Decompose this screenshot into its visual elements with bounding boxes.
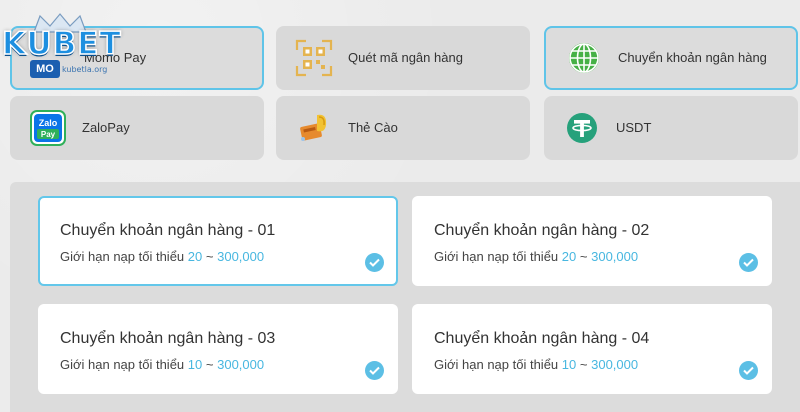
globe-icon bbox=[564, 38, 604, 78]
limit-separator: ~ bbox=[579, 249, 588, 264]
limit-label: Giới hạn nạp tối thiểu bbox=[60, 357, 185, 372]
method-label: Quét mã ngân hàng bbox=[348, 50, 463, 65]
limit-min: 10 bbox=[187, 357, 203, 372]
brand-logo: KUBET MO kubetla.org bbox=[0, 10, 130, 80]
method-label: ZaloPay bbox=[82, 120, 130, 135]
method-label: Chuyển khoản ngân hàng bbox=[618, 50, 767, 65]
method-label: USDT bbox=[616, 120, 652, 135]
channel-option[interactable]: Chuyển khoản ngân hàng - 01 Giới hạn nạp… bbox=[38, 196, 398, 286]
limit-max: 300,000 bbox=[217, 357, 265, 372]
limit-min: 20 bbox=[187, 249, 203, 264]
channel-limit: Giới hạn nạp tối thiểu 20 ~ 300,000 bbox=[434, 249, 638, 264]
channel-limit: Giới hạn nạp tối thiểu 10 ~ 300,000 bbox=[434, 357, 638, 372]
channel-option[interactable]: Chuyển khoản ngân hàng - 04 Giới hạn nạp… bbox=[412, 304, 772, 394]
limit-max: 300,000 bbox=[591, 249, 639, 264]
limit-label: Giới hạn nạp tối thiểu bbox=[434, 249, 559, 264]
method-scratch-card[interactable]: Thẻ Cào bbox=[276, 96, 530, 160]
check-icon bbox=[365, 253, 384, 272]
channel-title: Chuyển khoản ngân hàng - 01 bbox=[60, 222, 276, 239]
limit-label: Giới hạn nạp tối thiểu bbox=[60, 249, 185, 264]
channel-title: Chuyển khoản ngân hàng - 04 bbox=[434, 330, 650, 347]
limit-min: 20 bbox=[561, 249, 577, 264]
limit-min: 10 bbox=[561, 357, 577, 372]
limit-separator: ~ bbox=[205, 249, 214, 264]
zalopay-icon: Zalo Pay bbox=[28, 108, 68, 148]
limit-separator: ~ bbox=[205, 357, 214, 372]
method-label: Thẻ Cào bbox=[348, 120, 398, 135]
zalopay-logo-line1: Zalo bbox=[39, 118, 58, 128]
brand-site: kubetla.org bbox=[62, 65, 108, 74]
check-icon bbox=[739, 361, 758, 380]
method-qr-bank[interactable]: Quét mã ngân hàng bbox=[276, 26, 530, 90]
limit-label: Giới hạn nạp tối thiểu bbox=[434, 357, 559, 372]
channel-title: Chuyển khoản ngân hàng - 03 bbox=[60, 330, 276, 347]
limit-separator: ~ bbox=[579, 357, 588, 372]
method-zalopay[interactable]: Zalo Pay ZaloPay bbox=[10, 96, 264, 160]
brand-name: KUBET bbox=[1, 26, 122, 62]
limit-max: 300,000 bbox=[591, 357, 639, 372]
bank-channel-panel: Chuyển khoản ngân hàng - 01 Giới hạn nạp… bbox=[10, 182, 800, 412]
check-icon bbox=[739, 253, 758, 272]
limit-max: 300,000 bbox=[217, 249, 265, 264]
channel-limit: Giới hạn nạp tối thiểu 20 ~ 300,000 bbox=[60, 249, 264, 264]
channel-option[interactable]: Chuyển khoản ngân hàng - 02 Giới hạn nạp… bbox=[412, 196, 772, 286]
check-icon bbox=[365, 361, 384, 380]
method-bank-transfer[interactable]: Chuyển khoản ngân hàng bbox=[544, 26, 798, 90]
channel-option[interactable]: Chuyển khoản ngân hàng - 03 Giới hạn nạp… bbox=[38, 304, 398, 394]
brand-badge: MO bbox=[30, 60, 60, 78]
tether-icon bbox=[562, 108, 602, 148]
zalopay-logo-line2: Pay bbox=[41, 130, 56, 139]
scratch-card-icon bbox=[294, 108, 334, 148]
channel-limit: Giới hạn nạp tối thiểu 10 ~ 300,000 bbox=[60, 357, 264, 372]
method-usdt[interactable]: USDT bbox=[544, 96, 798, 160]
deposit-page: Momo Pay Quét mã ngân hàng Chuyển khoản … bbox=[0, 0, 800, 412]
channel-title: Chuyển khoản ngân hàng - 02 bbox=[434, 222, 650, 239]
qr-code-icon bbox=[294, 38, 334, 78]
